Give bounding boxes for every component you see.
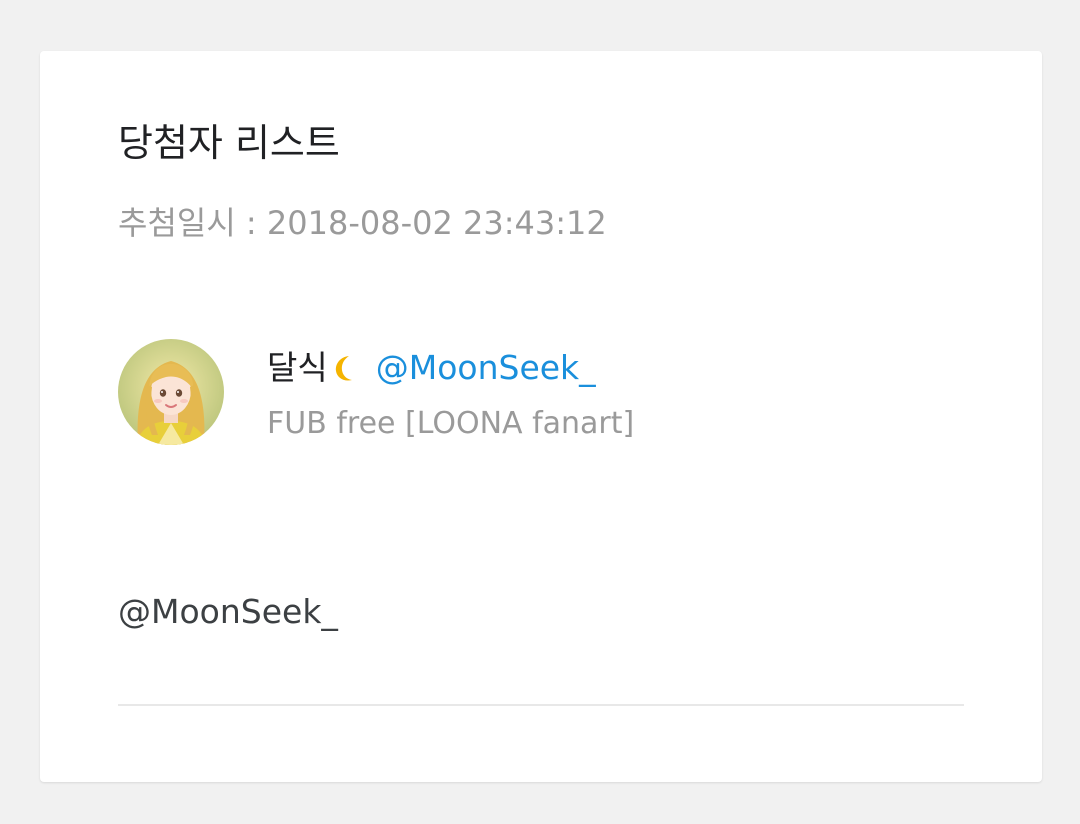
crescent-moon-icon <box>335 356 352 381</box>
winner-display-name: 달식 <box>267 348 328 387</box>
page-title: 당첨자 리스트 <box>118 121 340 165</box>
winner-handle-link[interactable]: @MoonSeek_ <box>376 348 596 387</box>
winner-mention: @MoonSeek_ <box>118 592 338 631</box>
winner-list-card: 당첨자 리스트 추첨일시 : 2018-08-02 23:43:12 달식 @M… <box>40 51 1042 782</box>
winner-name-line: 달식 @MoonSeek_ <box>267 347 596 389</box>
draw-datetime: 추첨일시 : 2018-08-02 23:43:12 <box>118 204 607 242</box>
avatar[interactable] <box>118 339 224 445</box>
divider <box>118 704 964 706</box>
winner-entry: 달식 @MoonSeek_ FUB free [LOONA fanart] <box>118 339 978 449</box>
winner-bio: FUB free [LOONA fanart] <box>267 406 635 441</box>
